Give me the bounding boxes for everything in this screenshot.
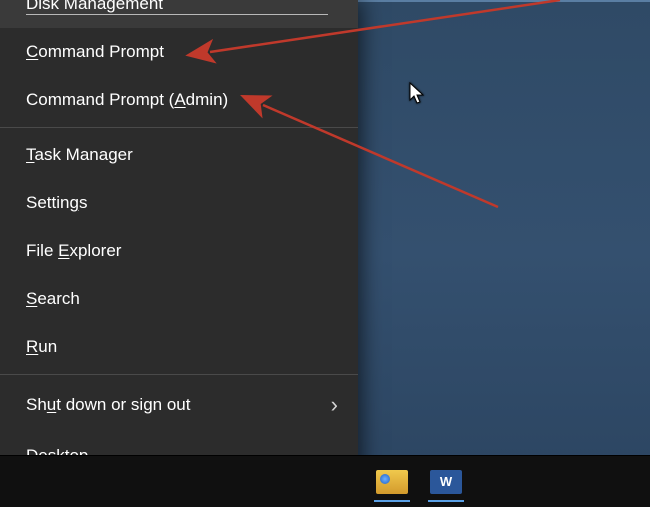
mouse-cursor-icon bbox=[409, 82, 425, 106]
menu-separator bbox=[0, 127, 358, 128]
menu-item-command-prompt-admin[interactable]: Command Prompt (Admin) bbox=[0, 76, 358, 124]
power-user-menu: Disk Management Command Prompt Command Pro… bbox=[0, 0, 358, 497]
menu-item-command-prompt[interactable]: Command Prompt bbox=[0, 28, 358, 76]
menu-item-label: Disk Management bbox=[26, 0, 163, 14]
menu-item-label: Task Manager bbox=[26, 145, 133, 165]
menu-item-shut-down-or-sign-out[interactable]: Shut down or sign out › bbox=[0, 378, 358, 432]
desktop-top-edge bbox=[358, 0, 650, 2]
menu-item-label: Settings bbox=[26, 193, 87, 213]
menu-item-label: Run bbox=[26, 337, 57, 357]
menu-item-label: File Explorer bbox=[26, 241, 121, 261]
taskbar-app-word[interactable]: W bbox=[424, 460, 468, 504]
menu-item-label: Command Prompt bbox=[26, 42, 164, 62]
taskbar-app-1[interactable] bbox=[370, 460, 414, 504]
menu-item-run[interactable]: Run bbox=[0, 323, 358, 371]
menu-item-search[interactable]: Search bbox=[0, 275, 358, 323]
menu-item-settings[interactable]: Settings bbox=[0, 179, 358, 227]
taskbar-active-underline bbox=[374, 500, 410, 502]
menu-item-task-manager[interactable]: Task Manager bbox=[0, 131, 358, 179]
menu-item-label: Command Prompt (Admin) bbox=[26, 90, 228, 110]
menu-item-label: Search bbox=[26, 289, 80, 309]
taskbar-active-underline bbox=[428, 500, 464, 502]
strikethrough-line bbox=[26, 14, 328, 15]
chevron-right-icon: › bbox=[331, 392, 338, 418]
menu-item-label: Shut down or sign out bbox=[26, 395, 190, 415]
menu-item-disk-management[interactable]: Disk Management bbox=[0, 0, 358, 28]
taskbar: W bbox=[0, 455, 650, 507]
menu-item-file-explorer[interactable]: File Explorer bbox=[0, 227, 358, 275]
menu-separator bbox=[0, 374, 358, 375]
word-icon-label: W bbox=[440, 474, 452, 489]
